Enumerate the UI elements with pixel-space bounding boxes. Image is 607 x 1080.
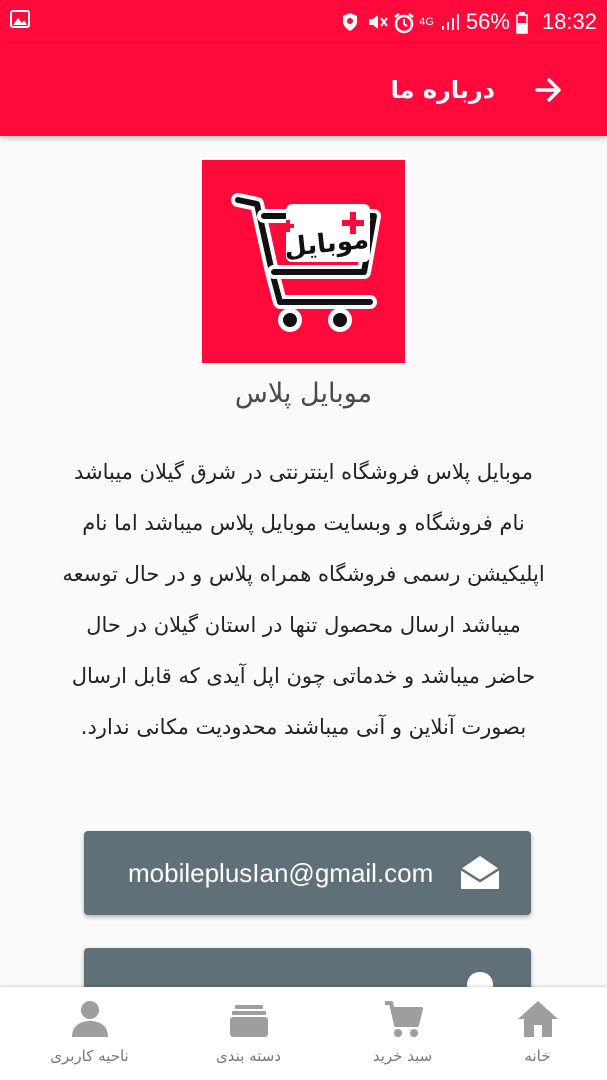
description-line: بصورت آنلاین و آنی میباشند محدودیت مکانی… <box>80 715 527 739</box>
description-line: اپلیکیشن رسمی فروشگاه همراه پلاس و در حا… <box>62 562 545 586</box>
description-line: موبایل پلاس فروشگاه اینترنتی در شرق گیلا… <box>73 460 533 484</box>
email-address: mobileplusIan@gmail.com <box>128 858 434 888</box>
app-logo: موبایل <box>202 160 405 363</box>
alarm-icon <box>393 12 414 34</box>
battery-icon <box>516 12 536 34</box>
description-line: میباشد ارسال محصول تنها در استان گیلان د… <box>86 613 521 637</box>
nav-item-cart[interactable]: سبد خرید <box>327 987 478 1080</box>
cart-icon <box>381 999 425 1039</box>
envelope-open-icon <box>459 853 501 893</box>
categories-icon <box>227 999 271 1039</box>
battery-percent: 56% <box>465 9 510 34</box>
bottom-navigation: ناحیه کاربری دسته بندی سبد خرید خانه <box>0 987 607 1080</box>
app-name: موبایل پلاس <box>234 378 373 409</box>
description-line: نام فروشگاه و وبسایت موبایل پلاس میباشد … <box>82 511 525 535</box>
nav-item-categories[interactable]: دسته بندی <box>173 987 324 1080</box>
mute-icon <box>367 12 389 32</box>
about-description: موبایل پلاس فروشگاه اینترنتی در شرق گیلا… <box>40 447 567 753</box>
description-line: حاضر میباشد و خدماتی چون اپل آیدی که قاب… <box>71 664 536 688</box>
user-icon <box>68 999 112 1039</box>
home-icon <box>516 999 560 1039</box>
nav-label: خانه <box>524 1047 551 1065</box>
arrow-right-icon[interactable] <box>531 72 567 108</box>
nav-item-home[interactable]: خانه <box>462 987 607 1080</box>
status-bar: 4G 56% 18:32 <box>0 0 607 44</box>
email-button[interactable]: mobileplusIan@gmail.com <box>84 831 531 915</box>
nav-label: ناحیه کاربری <box>50 1047 129 1065</box>
app-bar: درباره ما <box>0 44 607 136</box>
image-icon <box>10 10 30 32</box>
nav-label: دسته بندی <box>216 1047 281 1065</box>
shield-icon <box>341 12 361 32</box>
nav-item-account[interactable]: ناحیه کاربری <box>14 987 165 1080</box>
nav-label: سبد خرید <box>372 1047 433 1065</box>
signal-icon <box>440 12 460 32</box>
clock: 18:32 <box>541 9 597 34</box>
page-title: درباره ما <box>390 76 495 104</box>
network-type: 4G <box>419 16 434 28</box>
